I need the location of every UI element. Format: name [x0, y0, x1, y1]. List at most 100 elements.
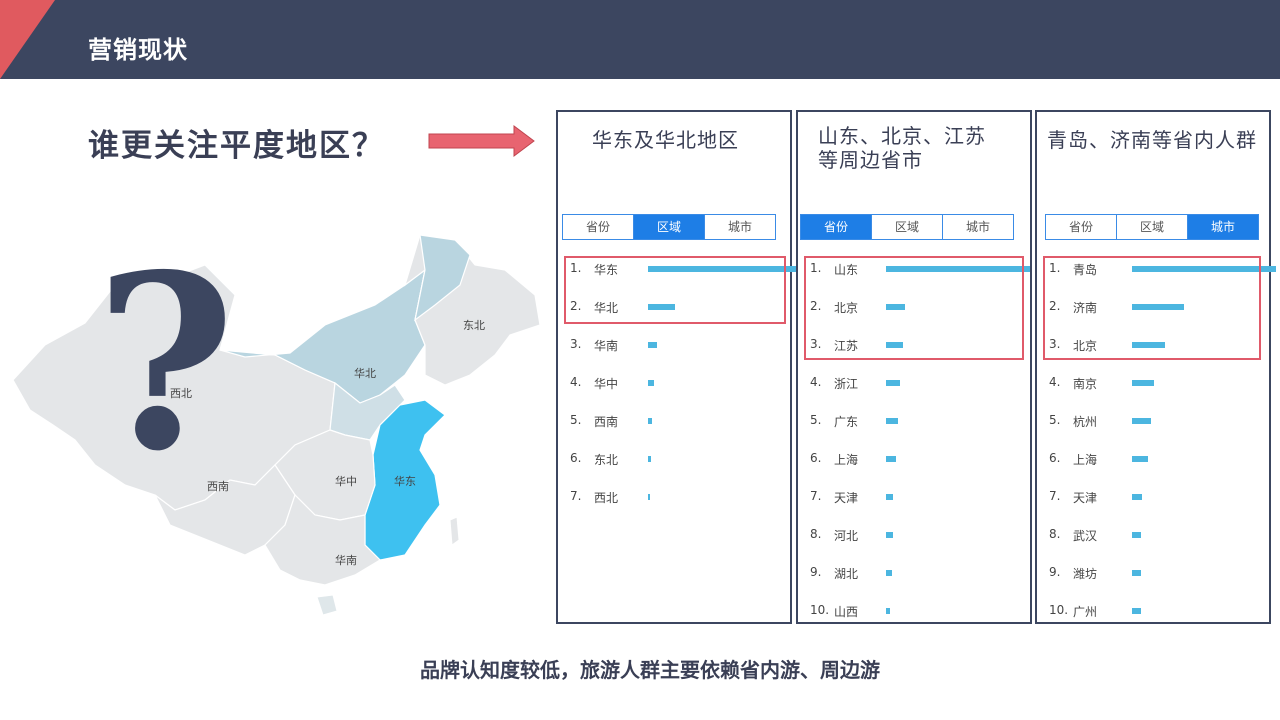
- rank-name: 西南: [594, 415, 619, 429]
- value-bar: [1132, 418, 1151, 424]
- rank-number: 6.: [1049, 451, 1061, 465]
- rank-number: 5.: [810, 413, 822, 427]
- rank-number: 4.: [570, 375, 582, 389]
- rank-number: 10.: [1049, 603, 1069, 617]
- value-bar: [1132, 456, 1148, 462]
- rank-name: 天津: [1073, 491, 1098, 505]
- list-item: 9. 湖北: [810, 565, 880, 583]
- value-bar: [1132, 570, 1141, 576]
- list-item: 8. 武汉: [1049, 527, 1119, 545]
- rank-name: 杭州: [1073, 415, 1098, 429]
- value-bar: [648, 418, 653, 424]
- tab-region[interactable]: 区域: [1117, 215, 1188, 239]
- tab-group: 省份 区域 城市: [800, 214, 1014, 240]
- map-label-dongbei: 东北: [463, 319, 485, 332]
- rank-name: 西北: [594, 491, 619, 505]
- list-item: 3. 华南: [570, 337, 640, 355]
- tab-province[interactable]: 省份: [1046, 215, 1117, 239]
- list-item: 4. 华中: [570, 375, 640, 393]
- panel-title: 青岛、济南等省内人群: [1047, 128, 1257, 152]
- value-bar: [886, 380, 901, 386]
- tab-province[interactable]: 省份: [801, 215, 872, 239]
- value-bar: [648, 494, 650, 500]
- rank-name: 潍坊: [1073, 567, 1098, 581]
- list-item: 6. 上海: [1049, 451, 1119, 469]
- value-bar: [886, 532, 894, 538]
- rank-number: 4.: [1049, 375, 1061, 389]
- list-item: 6. 上海: [810, 451, 880, 469]
- value-bar: [886, 418, 898, 424]
- list-item: 7. 天津: [810, 489, 880, 507]
- value-bar: [1132, 380, 1154, 386]
- rank-name: 浙江: [834, 377, 859, 391]
- tab-city[interactable]: 城市: [1188, 215, 1258, 239]
- tab-province[interactable]: 省份: [563, 215, 634, 239]
- tab-city[interactable]: 城市: [943, 215, 1013, 239]
- tab-city[interactable]: 城市: [705, 215, 775, 239]
- value-bar: [648, 456, 651, 462]
- list-item: 4. 浙江: [810, 375, 880, 393]
- tab-group: 省份 区域 城市: [1045, 214, 1259, 240]
- map-region-taiwan: [449, 516, 460, 546]
- list-item: 10. 山西: [810, 603, 880, 621]
- rank-number: 5.: [570, 413, 582, 427]
- rank-number: 7.: [810, 489, 822, 503]
- tab-region[interactable]: 区域: [634, 215, 705, 239]
- value-bar: [1132, 532, 1141, 538]
- rank-number: 6.: [810, 451, 822, 465]
- page-title: 营销现状: [88, 35, 188, 64]
- question-heading: 谁更关注平度地区？: [88, 128, 385, 164]
- rank-number: 10.: [810, 603, 830, 617]
- rank-name: 华中: [594, 377, 619, 391]
- rank-number: 6.: [570, 451, 582, 465]
- value-bar: [648, 342, 657, 348]
- list-item: 9. 潍坊: [1049, 565, 1119, 583]
- list-item: 6. 东北: [570, 451, 640, 469]
- rank-name: 华南: [594, 339, 619, 353]
- ranking-panel-region: 华东及华北地区 省份 区域 城市 1. 华东 2. 华北 3. 华南 4. 华中 5. 西南 6. 东北 7.…: [556, 110, 796, 624]
- value-bar: [886, 494, 894, 500]
- header-bar: [0, 0, 1280, 79]
- ranking-panel-province: 山东、北京、江苏等周边省市 省份 区域 城市 1. 山东 2. 北京 3. 江苏 4. 浙江 5. 广东…: [796, 110, 1032, 624]
- highlight-box: [564, 256, 786, 324]
- rank-number: 8.: [810, 527, 822, 541]
- ranking-panel-city: 青岛、济南等省内人群 省份 区域 城市 1. 青岛 2. 济南 3. 北京 4. 南京 5. 杭州 6. 上…: [1035, 110, 1276, 624]
- china-region-map: 东北 华北 西北 西南 华中 华东 华南 ?: [12, 225, 541, 616]
- rank-name: 广东: [834, 415, 859, 429]
- highlight-box: [1043, 256, 1261, 360]
- rank-name: 天津: [834, 491, 859, 505]
- rank-name: 河北: [834, 529, 859, 543]
- question-mark-icon: ?: [95, 225, 236, 504]
- right-arrow-icon: [428, 125, 535, 157]
- map-region-hainan: [316, 594, 338, 616]
- rank-name: 广州: [1073, 605, 1098, 619]
- rank-name: 湖北: [834, 567, 859, 581]
- rank-number: 7.: [1049, 489, 1061, 503]
- highlight-box: [804, 256, 1024, 360]
- rank-number: 4.: [810, 375, 822, 389]
- panel-title: 山东、北京、江苏等周边省市: [818, 124, 986, 172]
- tab-region[interactable]: 区域: [872, 215, 943, 239]
- list-item: 7. 西北: [570, 489, 640, 507]
- map-label-huadong: 华东: [394, 474, 416, 488]
- list-item: 5. 西南: [570, 413, 640, 431]
- panel-title: 华东及华北地区: [592, 128, 739, 152]
- rank-number: 7.: [570, 489, 582, 503]
- value-bar: [886, 570, 892, 576]
- rank-name: 东北: [594, 453, 619, 467]
- rank-name: 上海: [1073, 453, 1098, 467]
- map-label-huanan: 华南: [335, 553, 357, 567]
- rank-number: 8.: [1049, 527, 1061, 541]
- value-bar: [886, 456, 897, 462]
- rank-name: 南京: [1073, 377, 1098, 391]
- list-item: 7. 天津: [1049, 489, 1119, 507]
- rank-name: 山西: [834, 605, 859, 619]
- value-bar: [648, 380, 654, 386]
- tab-group: 省份 区域 城市: [562, 214, 776, 240]
- rank-number: 5.: [1049, 413, 1061, 427]
- conclusion-text: 品牌认知度较低，旅游人群主要依赖省内游、周边游: [420, 658, 880, 682]
- list-item: 4. 南京: [1049, 375, 1119, 393]
- map-label-huazhong: 华中: [335, 474, 357, 488]
- list-item: 5. 广东: [810, 413, 880, 431]
- rank-number: 9.: [1049, 565, 1061, 579]
